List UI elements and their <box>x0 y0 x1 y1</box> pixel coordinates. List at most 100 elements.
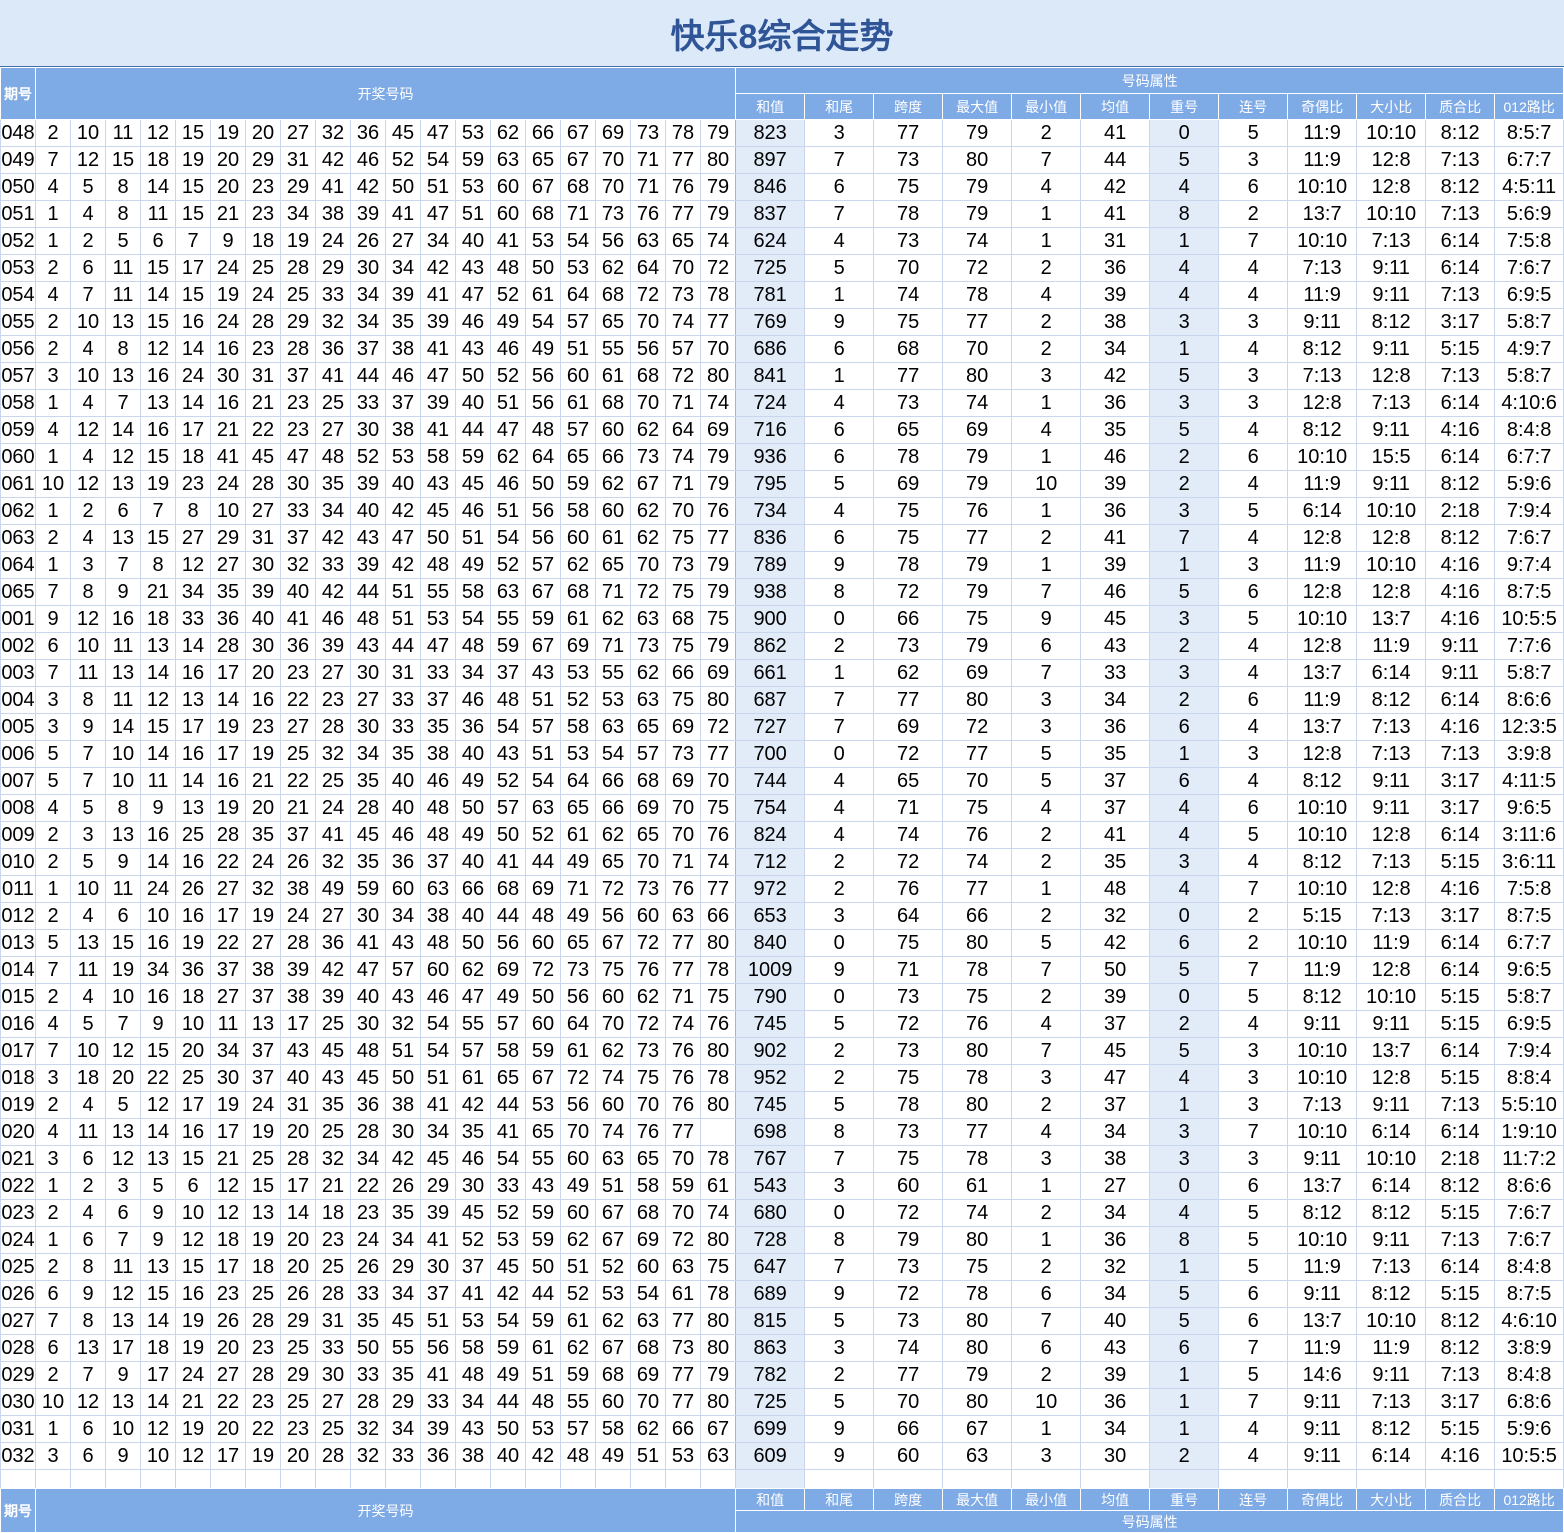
number-cell: 61 <box>665 1280 701 1308</box>
attr-cell: 10:10 <box>1287 227 1358 255</box>
header-period: 期号 <box>0 67 36 120</box>
attr-cell: 6 <box>1218 1280 1289 1308</box>
period-cell: 050 <box>0 173 36 201</box>
number-cell: 2 <box>35 1361 71 1389</box>
number-cell: 9 <box>105 1442 141 1470</box>
attr-cell: 8:5:7 <box>1494 119 1564 147</box>
number-cell: 4 <box>35 281 71 309</box>
number-cell: 7 <box>70 281 106 309</box>
attr-cell: 36 <box>1080 497 1151 525</box>
attr-cell: 8:12 <box>1287 335 1358 363</box>
number-cell: 23 <box>350 1199 386 1227</box>
attr-cell: 6:14 <box>1425 389 1496 417</box>
attr-cell: 2 <box>804 848 875 876</box>
number-cell: 52 <box>385 146 421 174</box>
attr-cell: 754 <box>735 794 806 822</box>
number-cell: 55 <box>455 1010 491 1038</box>
number-cell: 16 <box>175 308 211 336</box>
number-cell: 29 <box>280 173 316 201</box>
number-cell: 63 <box>630 227 666 255</box>
table-row: 006 5 7 10 14 16 17 19 25 32 34 35 38 40 43 51 53 54 57 73 7… <box>0 740 1564 768</box>
attr-cell: 4 <box>1011 1010 1082 1038</box>
number-cell: 4 <box>35 173 71 201</box>
number-cell: 49 <box>315 875 351 903</box>
number-cell: 51 <box>525 1361 561 1389</box>
number-cell: 51 <box>595 1172 631 1200</box>
number-cell: 69 <box>665 767 701 795</box>
attr-cell: 7:13 <box>1356 1388 1427 1416</box>
attr-cell: 74 <box>942 227 1013 255</box>
number-cell: 10 <box>105 983 141 1011</box>
number-cell: 23 <box>210 1280 246 1308</box>
table-row: 017 7 10 12 15 20 34 37 43 45 48 51 54 57 58 59 61 62 73 76… <box>0 1037 1564 1065</box>
attr-cell: 34 <box>1080 1199 1151 1227</box>
number-cell: 33 <box>385 1442 421 1470</box>
number-cell: 62 <box>560 1334 596 1362</box>
attr-cell: 8:12 <box>1356 1199 1427 1227</box>
number-cell: 53 <box>420 605 456 633</box>
attr-cell: 5:15 <box>1287 902 1358 930</box>
number-cell: 24 <box>210 254 246 282</box>
number-cell: 60 <box>630 1253 666 1281</box>
number-cell: 7 <box>70 1361 106 1389</box>
number-cell: 61 <box>455 1064 491 1092</box>
number-cell: 44 <box>525 1280 561 1308</box>
number-cell: 6 <box>70 1145 106 1173</box>
header-col: 连号 <box>1218 1488 1289 1511</box>
number-cell: 46 <box>455 497 491 525</box>
number-cell: 67 <box>525 632 561 660</box>
attr-cell: 8:12 <box>1425 1334 1496 1362</box>
number-cell: 24 <box>245 281 281 309</box>
number-cell: 11 <box>105 875 141 903</box>
attr-cell: 769 <box>735 308 806 336</box>
attr-cell: 5:5:10 <box>1494 1091 1564 1119</box>
number-cell: 10 <box>70 308 106 336</box>
number-cell: 28 <box>315 1280 351 1308</box>
attr-cell: 39 <box>1080 281 1151 309</box>
number-cell: 30 <box>280 470 316 498</box>
attr-cell: 9 <box>804 1442 875 1470</box>
number-cell: 37 <box>455 1253 491 1281</box>
number-cell: 22 <box>210 929 246 957</box>
number-cell: 8 <box>70 578 106 606</box>
number-cell: 59 <box>525 1226 561 1254</box>
table-row: 031 1 6 10 12 19 20 22 23 25 32 34 39 43 50 53 57 58 62 66 6… <box>0 1415 1564 1443</box>
number-cell: 10 <box>70 362 106 390</box>
attr-cell: 4 <box>1011 794 1082 822</box>
number-cell: 48 <box>420 929 456 957</box>
number-cell: 60 <box>490 173 526 201</box>
number-cell: 66 <box>595 794 631 822</box>
number-cell: 1 <box>35 1415 71 1443</box>
number-cell: 72 <box>699 713 737 741</box>
number-cell: 6 <box>105 902 141 930</box>
number-cell: 77 <box>665 956 701 984</box>
attr-cell: 8:7:5 <box>1494 578 1564 606</box>
number-cell: 33 <box>315 551 351 579</box>
attr-cell: 9:11 <box>1356 281 1427 309</box>
number-cell: 14 <box>105 713 141 741</box>
number-cell: 46 <box>455 308 491 336</box>
attr-cell: 7:7:6 <box>1494 632 1564 660</box>
attr-cell: 5:6:9 <box>1494 200 1564 228</box>
number-cell: 55 <box>420 578 456 606</box>
attr-cell: 63 <box>942 1442 1013 1470</box>
attr-cell: 65 <box>873 416 944 444</box>
number-cell: 27 <box>280 713 316 741</box>
attr-cell: 8:12 <box>1287 416 1358 444</box>
number-cell: 48 <box>490 254 526 282</box>
attr-cell: 9:11 <box>1356 416 1427 444</box>
number-cell: 34 <box>385 1280 421 1308</box>
number-cell: 33 <box>315 281 351 309</box>
attr-cell: 3:17 <box>1425 794 1496 822</box>
attr-cell: 9:11 <box>1356 794 1427 822</box>
number-cell: 10 <box>140 1442 176 1470</box>
attr-cell: 5 <box>1218 983 1289 1011</box>
number-cell: 4 <box>70 1199 106 1227</box>
number-cell: 68 <box>630 1334 666 1362</box>
number-cell: 7 <box>70 740 106 768</box>
attr-cell: 7 <box>1011 1037 1082 1065</box>
footer-attrs: 号码属性 <box>735 1510 1564 1533</box>
attr-cell: 76 <box>942 497 1013 525</box>
number-cell: 20 <box>210 1415 246 1443</box>
header-col: 最小值 <box>1011 1488 1082 1511</box>
